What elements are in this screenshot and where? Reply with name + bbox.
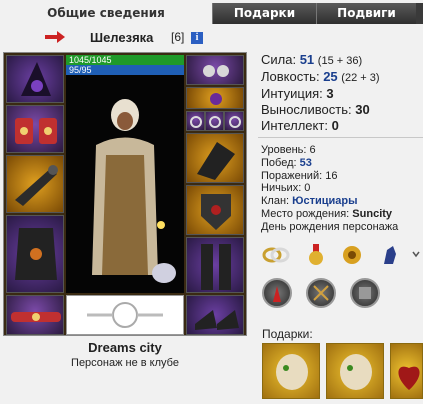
swords-icon[interactable] [306, 278, 336, 308]
gloves-slot[interactable] [186, 133, 244, 183]
stat-label: Выносливость: [261, 102, 352, 117]
helmet-slot[interactable] [6, 55, 64, 103]
info-losses: Поражений: 16 [261, 169, 338, 182]
belt-icon [11, 312, 61, 322]
earrings-slot[interactable] [186, 55, 244, 85]
tab-bar-edge [416, 3, 423, 24]
crest-badge-icon[interactable] [341, 244, 363, 266]
stat-extra: (22 + 3) [341, 72, 380, 84]
ring-slot-3[interactable] [224, 111, 244, 131]
helmet-icon [21, 62, 51, 96]
tower-icon[interactable] [262, 278, 292, 308]
stat-intuition: Интуиция: 3 [261, 86, 423, 102]
stat-value: 25 [323, 69, 338, 84]
info-wins-value: 53 [299, 156, 312, 169]
character-level: [6] [171, 30, 185, 44]
info-clan-link[interactable]: Юстициары [292, 195, 357, 207]
abilities-row [262, 278, 423, 310]
stat-endurance: Выносливость: 30 [261, 102, 423, 118]
gold-skull-gift-icon[interactable] [262, 343, 320, 399]
shield-icon [201, 194, 231, 230]
character-doll: 1045/1045 95/95 [3, 52, 247, 336]
legs-slot[interactable] [186, 237, 244, 293]
info-birthplace-label: Место рождения: [261, 207, 350, 220]
divider [258, 137, 423, 138]
weapon-slot[interactable] [6, 155, 64, 213]
character-city: Dreams city [88, 340, 162, 355]
character-name[interactable]: Шелезяка [90, 30, 153, 45]
legs-icon [201, 244, 231, 290]
ring-icon [229, 116, 241, 128]
emblem-icon [87, 302, 163, 328]
medal-badge-icon[interactable] [305, 244, 327, 266]
gloves-icon [197, 142, 235, 180]
ring-icon [190, 116, 202, 128]
stats-panel: Сила: 51 (15 + 36) Ловкость: 25 (22 + 3)… [261, 52, 423, 134]
info-wins: Побед: 53 [261, 157, 423, 170]
info-birthplace-value: Suncity [352, 207, 393, 220]
info-clan-label: Клан: [261, 195, 290, 208]
boots-slot[interactable] [186, 295, 244, 335]
amulet-icon [210, 93, 222, 105]
badges-row [261, 244, 423, 268]
hp-bar: 1045/1045 [66, 55, 184, 65]
stat-intellect: Интеллект: 0 [261, 118, 423, 134]
emblem-slot[interactable] [66, 295, 184, 335]
tab-general-info[interactable]: Общие сведения [0, 3, 212, 24]
rings-badge-icon[interactable] [261, 244, 291, 266]
armor-slot[interactable] [6, 215, 64, 293]
character-figure-icon [92, 99, 176, 283]
ring-slot-1[interactable] [186, 111, 205, 131]
shield-slot[interactable] [186, 185, 244, 235]
armor-icon[interactable] [350, 278, 380, 308]
gifts-label: Подарки: [262, 327, 313, 341]
info-level: Уровень: 6 [261, 144, 316, 156]
red-heart-gift-icon[interactable] [390, 343, 423, 399]
mp-bar: 95/95 [66, 65, 184, 75]
clan-status: Персонаж не в клубе [71, 357, 179, 369]
earrings-icon [203, 65, 229, 77]
info-wins-label: Побед: [261, 156, 297, 169]
character-name-row: Шелезяка [6] i [0, 28, 260, 48]
stat-label: Интуиция: [261, 86, 323, 101]
info-draws: Ничьих: 0 [261, 182, 311, 195]
bracers-icon [15, 118, 57, 144]
ring-slot-2[interactable] [205, 111, 224, 131]
info-clan: Клан: Юстициары [261, 195, 423, 208]
stat-value: 3 [326, 86, 334, 101]
tab-feats[interactable]: Подвиги [316, 3, 416, 24]
red-arrow-icon[interactable] [45, 31, 65, 43]
hp-mp-bars: 1045/1045 95/95 [66, 55, 184, 75]
stat-value: 0 [331, 118, 339, 133]
more-badges-icon[interactable] [411, 244, 421, 266]
stat-label: Сила: [261, 52, 297, 67]
stat-strength: Сила: 51 (15 + 36) [261, 52, 423, 69]
info-icon[interactable]: i [191, 32, 203, 44]
tab-bar: Общие сведения Подарки Подвиги [0, 0, 423, 24]
weapon-icon [15, 165, 58, 206]
amulet-slot[interactable] [186, 87, 244, 109]
ring-icon [209, 116, 221, 128]
character-info: Уровень: 6 Побед: 53 Поражений: 16 Ничьи… [261, 144, 423, 234]
knight-badge-icon[interactable] [379, 244, 401, 266]
tab-gifts[interactable]: Подарки [212, 3, 316, 24]
armor-icon [15, 228, 57, 280]
boots-icon [195, 310, 239, 330]
stat-dexterity: Ловкость: 25 (22 + 3) [261, 69, 423, 86]
bracers-slot[interactable] [6, 105, 64, 153]
stat-label: Интеллект: [261, 118, 328, 133]
stat-label: Ловкость: [261, 69, 320, 84]
stat-value: 51 [299, 52, 315, 67]
belt-slot[interactable] [6, 295, 64, 335]
stat-extra: (15 + 36) [317, 55, 363, 67]
character-portrait[interactable]: 1045/1045 95/95 [66, 55, 184, 293]
info-birthplace: Место рождения: Suncity [261, 208, 423, 221]
info-birthday: День рождения персонажа [261, 220, 399, 233]
stat-value: 30 [355, 102, 370, 117]
gold-skull-gift-icon[interactable] [326, 343, 384, 399]
